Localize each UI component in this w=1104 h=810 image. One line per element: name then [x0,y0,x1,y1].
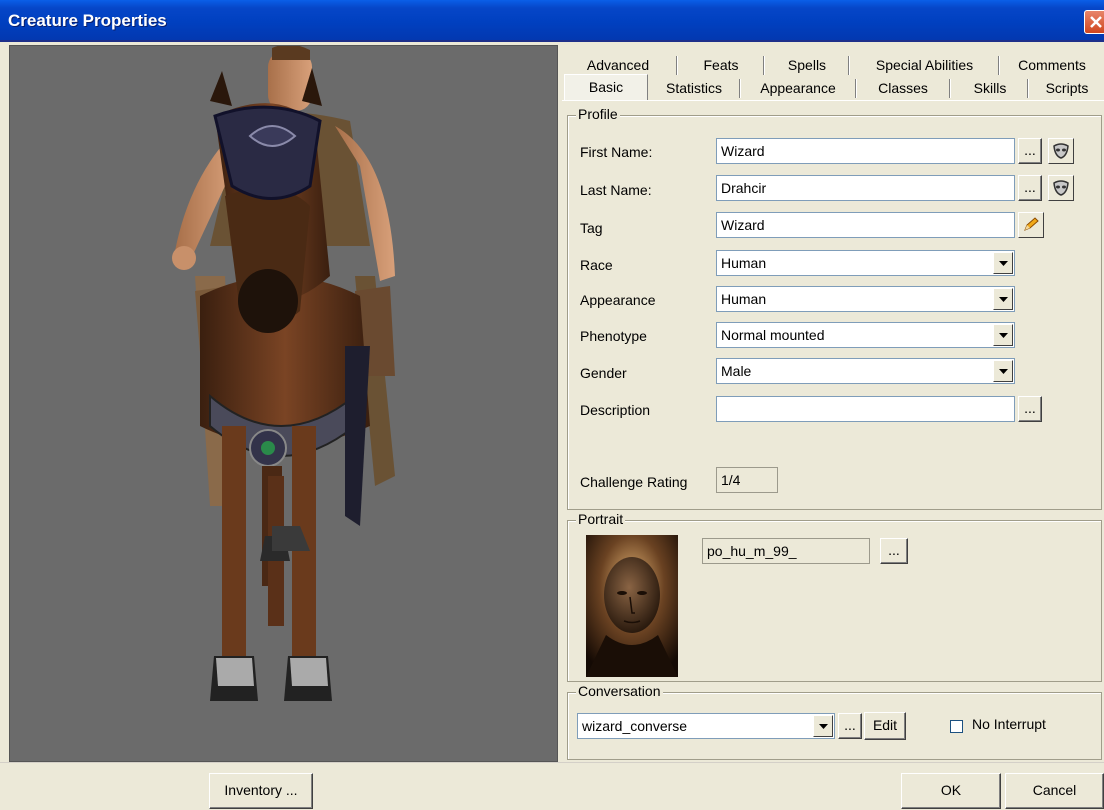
tab-statistics[interactable]: Statistics [652,76,736,100]
tab-comments[interactable]: Comments [1002,53,1102,77]
first-name-mask-button[interactable] [1048,138,1074,164]
tab-row-bottom: Basic Statistics Appearance Classes Skil… [562,74,1104,100]
no-interrupt-label: No Interrupt [972,716,1046,732]
tab-classes[interactable]: Classes [859,76,947,100]
gender-label: Gender [580,365,627,381]
appearance-label: Appearance [580,292,656,308]
gender-value: Male [721,363,752,379]
phenotype-value: Normal mounted [721,327,825,343]
conversation-select[interactable]: wizard_converse [577,713,835,739]
challenge-rating-label: Challenge Rating [580,474,688,490]
conversation-browse-button[interactable]: ... [838,713,862,739]
tab-scripts[interactable]: Scripts [1032,76,1102,100]
portrait-resref-field: po_hu_m_99_ [702,538,870,564]
last-name-browse-button[interactable]: ... [1018,175,1042,201]
close-icon [1090,16,1102,28]
description-label: Description [580,402,651,418]
appearance-dropdown-button[interactable] [993,288,1013,310]
tag-label: Tag [580,220,603,236]
conversation-group-label: Conversation [576,683,663,699]
close-button[interactable] [1084,10,1104,34]
portrait-face [586,535,678,677]
race-dropdown-button[interactable] [993,252,1013,274]
portrait-image[interactable] [586,535,678,677]
phenotype-label: Phenotype [580,328,647,344]
gender-select[interactable]: Male [716,358,1015,384]
last-name-field[interactable]: Drahcir [716,175,1015,201]
first-name-browse-button[interactable]: ... [1018,138,1042,164]
tab-spells[interactable]: Spells [767,53,847,77]
gender-dropdown-button[interactable] [993,360,1013,382]
phenotype-dropdown-button[interactable] [993,324,1013,346]
tab-special-abilities[interactable]: Special Abilities [852,53,997,77]
no-interrupt-checkbox[interactable] [950,720,963,733]
chevron-down-icon [999,369,1008,374]
tab-appearance[interactable]: Appearance [742,76,854,100]
tag-field[interactable]: Wizard [716,212,1015,238]
inventory-button[interactable]: Inventory ... [209,773,313,809]
first-name-field[interactable]: Wizard [716,138,1015,164]
tab-feats[interactable]: Feats [680,53,762,77]
description-field[interactable] [716,396,1015,422]
title-bar[interactable]: Creature Properties [0,0,1104,42]
race-select[interactable]: Human [716,250,1015,276]
ok-button[interactable]: OK [901,773,1001,809]
mask-icon [1053,180,1069,196]
description-browse-button[interactable]: ... [1018,396,1042,422]
window-title: Creature Properties [8,11,167,30]
cancel-button[interactable]: Cancel [1005,773,1104,809]
mask-icon [1053,143,1069,159]
last-name-mask-button[interactable] [1048,175,1074,201]
chevron-down-icon [999,261,1008,266]
race-value: Human [721,255,767,271]
tab-basic[interactable]: Basic [564,74,648,100]
appearance-value: Human [721,291,767,307]
chevron-down-icon [819,724,828,729]
conversation-value: wizard_converse [582,718,688,734]
conversation-dropdown-button[interactable] [813,715,833,737]
appearance-select[interactable]: Human [716,286,1015,312]
portrait-browse-button[interactable]: ... [880,538,908,564]
portrait-group-label: Portrait [576,511,626,527]
tab-skills[interactable]: Skills [953,76,1027,100]
chevron-down-icon [999,333,1008,338]
tag-generate-button[interactable] [1018,212,1044,238]
last-name-label: Last Name: [580,182,652,198]
model-preview-viewport[interactable] [9,45,558,762]
mounted-creature-image [172,46,395,701]
phenotype-select[interactable]: Normal mounted [716,322,1015,348]
challenge-rating-field: 1/4 [716,467,778,493]
profile-group-label: Profile [576,106,620,122]
chevron-down-icon [999,297,1008,302]
race-label: Race [580,257,613,273]
first-name-label: First Name: [580,144,653,160]
pencil-icon [1024,217,1039,231]
conversation-edit-button[interactable]: Edit [864,712,906,740]
